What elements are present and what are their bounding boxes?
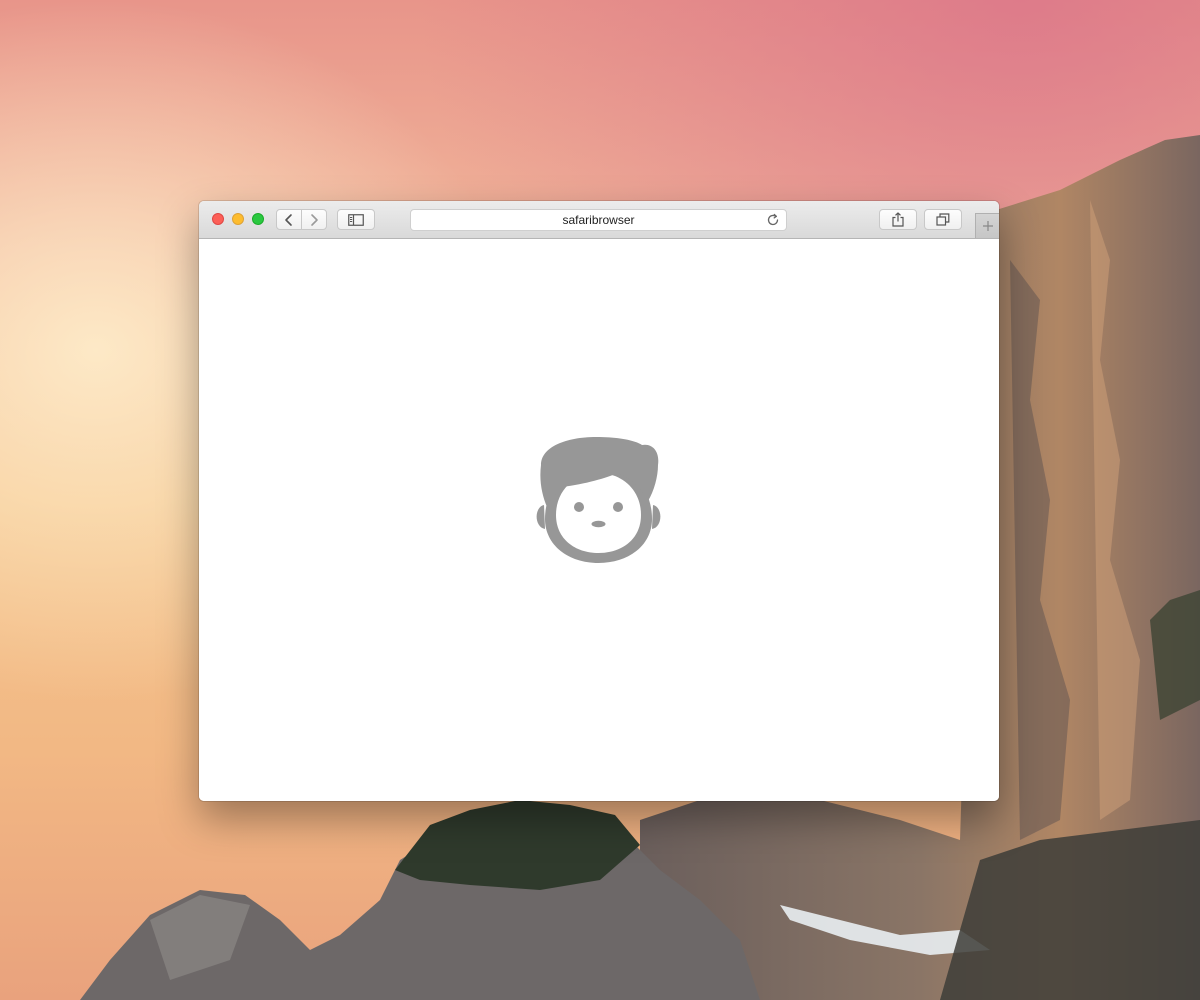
address-bar[interactable]: safaribrowser: [410, 209, 787, 231]
tabs-overview-button[interactable]: [924, 209, 962, 230]
plus-icon: [982, 221, 993, 231]
share-button[interactable]: [879, 209, 917, 230]
chevron-left-icon: [285, 213, 292, 226]
address-text: safaribrowser: [562, 213, 635, 227]
reload-icon[interactable]: [766, 213, 780, 227]
safari-window: safaribrowser: [199, 201, 999, 801]
share-icon: [892, 212, 904, 227]
user-face-icon: [536, 437, 661, 563]
new-tab-button[interactable]: [975, 213, 999, 238]
sidebar-button[interactable]: [337, 209, 375, 230]
forward-button[interactable]: [301, 209, 327, 230]
minimize-button[interactable]: [232, 213, 244, 225]
sidebar-icon: [348, 213, 364, 226]
page-content: [199, 239, 999, 801]
back-button[interactable]: [276, 209, 302, 230]
tabs-icon: [936, 213, 950, 226]
close-button[interactable]: [212, 213, 224, 225]
navigation-buttons: [276, 209, 327, 230]
zoom-button[interactable]: [252, 213, 264, 225]
chevron-right-icon: [311, 213, 318, 226]
toolbar: safaribrowser: [199, 201, 999, 239]
